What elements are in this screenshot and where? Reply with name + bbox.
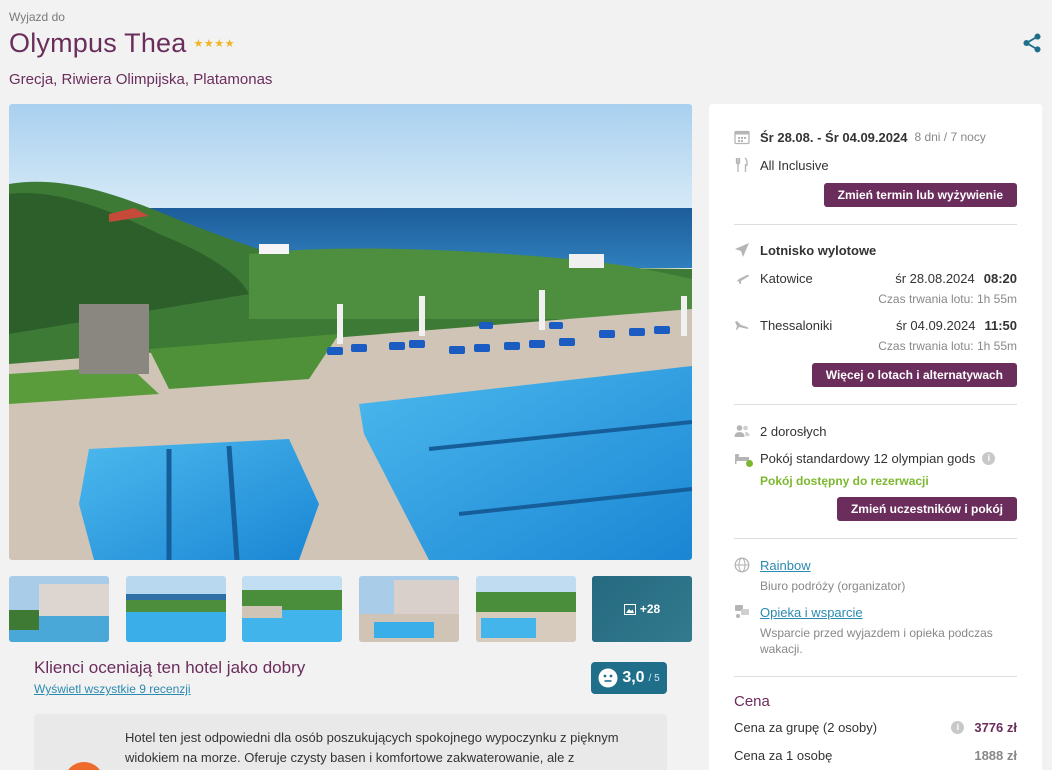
thumbnail-2[interactable] — [126, 576, 226, 642]
support-link[interactable]: Opieka i wsparcie — [760, 605, 863, 620]
share-icon[interactable] — [1021, 32, 1043, 54]
all-reviews-link[interactable]: Wyświetl wszystkie 9 recenzji — [34, 682, 191, 696]
change-participants-button[interactable]: Zmień uczestników i pokój — [836, 497, 1017, 521]
hotel-header: Wyjazd do Olympus Thea ★★★★ Grecja, Riwi… — [9, 10, 1043, 88]
organizer-link[interactable]: Rainbow — [760, 558, 811, 573]
takeoff-icon — [735, 274, 749, 284]
trip-duration: 8 dni / 7 nocy — [914, 130, 986, 144]
hotel-location: Grecja, Riwiera Olimpijska, Platamonas — [9, 71, 273, 88]
organizer-section: Rainbow Biuro podróży (organizator) Opie… — [734, 556, 1017, 666]
return-time: 11:50 — [984, 317, 1017, 333]
return-date: śr 04.09.2024 — [895, 317, 976, 333]
star-rating: ★★★★ — [193, 38, 235, 50]
main-hotel-photo[interactable] — [9, 104, 692, 560]
plane-icon — [735, 243, 749, 257]
price-person: 1888 zł — [974, 747, 1017, 763]
score-max: / 5 — [648, 672, 660, 684]
hotel-title: Olympus Thea — [9, 28, 187, 58]
organizer-description: Biuro podróży (organizator) — [760, 579, 906, 593]
flights-section: Lotnisko wylotowe Katowice śr 28.08.2024… — [734, 241, 1017, 391]
change-term-button[interactable]: Zmień termin lub wyżywienie — [823, 183, 1017, 207]
calendar-icon — [734, 130, 750, 145]
gallery-icon — [623, 603, 636, 615]
support-description: Wsparcie przed wyjazdem i opieka podczas… — [760, 626, 993, 656]
return-flight-duration: Czas trwania lotu: 1h 55m — [878, 339, 1017, 353]
flights-more-button[interactable]: Więcej o lotach i alternatywach — [811, 363, 1017, 387]
departure-time: 08:20 — [983, 270, 1017, 286]
score-badge: 3,0 / 5 — [591, 662, 667, 694]
term-section: Śr 28.08. - Śr 04.09.2024 8 dni / 7 nocy… — [734, 128, 1017, 212]
room-type: Pokój standardowy 12 olympian gods — [760, 450, 976, 466]
divider — [734, 676, 1017, 677]
thumbnail-5[interactable] — [476, 576, 576, 642]
thumbnail-1[interactable] — [9, 576, 109, 642]
globe-icon — [734, 557, 750, 573]
trip-dates: Śr 28.08. - Śr 04.09.2024 — [760, 129, 908, 145]
people-icon — [734, 425, 750, 437]
participants-section: 2 dorosłych Pokój standardowy 12 olympia… — [734, 422, 1017, 522]
more-photos-count: +28 — [639, 602, 661, 616]
avatar — [64, 762, 104, 770]
review-card: Hotel ten jest odpowiedni dla osób poszu… — [34, 714, 667, 770]
face-icon — [598, 668, 618, 688]
departure-date: śr 28.08.2024 — [895, 270, 975, 286]
thumbnail-4[interactable] — [359, 576, 459, 642]
thumbnail-strip: +28 — [9, 576, 692, 642]
departure-city: Katowice — [760, 270, 813, 286]
price-heading: Cena — [734, 692, 770, 710]
cutlery-icon — [735, 157, 748, 172]
page-subtitle: Wyjazd do — [9, 10, 65, 24]
support-icon — [735, 605, 749, 618]
departure-flight-duration: Czas trwania lotu: 1h 55m — [878, 292, 1017, 306]
room-availability: Pokój dostępny do rezerwacji — [760, 474, 929, 488]
more-photos-button[interactable]: +28 — [592, 576, 692, 642]
travellers: 2 dorosłych — [760, 423, 827, 439]
landing-icon — [735, 321, 749, 330]
gallery-column: +28 Klienci oceniają ten hotel jako dobr… — [9, 104, 692, 770]
info-icon[interactable]: i — [951, 720, 965, 734]
price-person-label: Cena za 1 osobę — [734, 747, 833, 763]
booking-panel: Śr 28.08. - Śr 04.09.2024 8 dni / 7 nocy… — [709, 104, 1042, 770]
bed-icon — [734, 450, 753, 467]
divider — [734, 404, 1017, 405]
score-value: 3,0 — [622, 669, 645, 686]
review-text: Hotel ten jest odpowiedni dla osób poszu… — [125, 730, 619, 765]
price-group: 3776 zł — [974, 719, 1017, 735]
price-section: Cena Cena za grupę (2 osoby) i 3776 zł C… — [734, 692, 1017, 770]
thumbnail-3[interactable] — [242, 576, 342, 642]
reviews-title: Klienci oceniają ten hotel jako dobry — [34, 658, 306, 677]
reviews-summary: Klienci oceniają ten hotel jako dobry Wy… — [34, 658, 667, 698]
info-icon[interactable]: i — [982, 451, 996, 465]
return-city: Thessaloniki — [760, 317, 833, 333]
price-group-label: Cena za grupę (2 osoby) — [734, 719, 878, 735]
board-type: All Inclusive — [760, 157, 829, 173]
divider — [734, 538, 1017, 539]
airport-label: Lotnisko wylotowe — [760, 242, 877, 258]
divider — [734, 224, 1017, 225]
